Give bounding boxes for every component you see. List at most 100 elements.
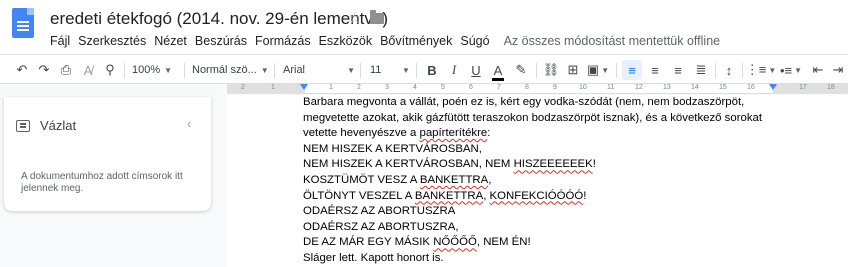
text-run: ! — [583, 189, 587, 202]
font-size-value: 11 — [370, 64, 382, 76]
body-line[interactable]: vetette hevenyészve a papírterítékre: — [303, 126, 843, 142]
underline-button[interactable]: U — [467, 60, 485, 80]
misspelled-word[interactable]: BANKETTRA — [420, 174, 488, 186]
style-value: Normál szö... — [192, 64, 257, 76]
body-line[interactable]: Sláger lett. Kapott honort is. — [303, 251, 843, 267]
misspelled-word[interactable]: NŐŐŐŐ — [433, 236, 477, 248]
body-line[interactable]: ODAÉRSZ AZ ABORTUSZRA, — [303, 220, 843, 236]
align-left-icon[interactable]: ≡ — [622, 60, 642, 80]
ruler-label: 12 — [635, 84, 643, 91]
highlight-icon[interactable]: ✎ — [512, 60, 530, 80]
ruler-label: 3 — [385, 84, 389, 91]
bold-label: B — [427, 62, 437, 78]
text-run: vetette hevenyészve a — [303, 127, 420, 140]
image-icon[interactable]: ▣ ▼ — [586, 60, 610, 80]
menu-help[interactable]: Súgó — [456, 34, 493, 48]
text-run: : — [487, 127, 491, 140]
decrease-indent-icon[interactable]: ⇤ — [808, 60, 828, 80]
menu-addons[interactable]: Bővítmények — [376, 34, 456, 48]
misspelled-word[interactable]: BANKETTRA — [415, 190, 483, 202]
misspelled-word[interactable]: HISZEEEEEEK — [514, 158, 593, 170]
menu-file[interactable]: Fájl — [46, 34, 74, 48]
toolbar-divider — [715, 63, 716, 78]
body-line[interactable]: ÖLTÖNYT VESZEL A BANKETTRA, KONFEKCIÓÓÓÓ… — [303, 189, 843, 205]
indent-marker-right[interactable] — [769, 84, 777, 90]
star-icon[interactable]: ☆ — [348, 9, 361, 27]
line-spacing-icon[interactable]: ↕ — [719, 60, 739, 80]
chevron-down-icon: ▼ — [164, 65, 173, 75]
text-color-label: A — [491, 62, 504, 81]
chevron-left-icon[interactable]: ‹ — [187, 116, 191, 131]
numbered-list-icon[interactable]: ⋮≡ ▼ — [746, 60, 777, 80]
outline-hint: A dokumentumhoz adott címsorok itt jelen… — [21, 171, 183, 194]
align-justify-icon[interactable]: ≣ — [691, 60, 711, 80]
underline-label: U — [471, 62, 481, 78]
toolbar-divider — [416, 63, 417, 78]
chevron-down-icon: ▼ — [347, 65, 355, 75]
increase-indent-icon[interactable]: ⇥ — [830, 60, 846, 80]
ruler-label: 4 — [413, 84, 417, 91]
body-line[interactable]: DE AZ MÁR EGY MÁSIK NŐŐŐŐ, NEM ÉN! — [303, 235, 843, 251]
body-line[interactable]: KOSZTÜMÖT VESZ A BANKETTRA, — [303, 173, 843, 189]
body-line[interactable]: megvetette azokat, akik gázfütött terasz… — [303, 111, 843, 127]
paint-format-icon[interactable]: ⚲ — [100, 60, 120, 80]
menu-format[interactable]: Formázás — [251, 34, 315, 48]
link-icon[interactable]: ⛓ — [542, 60, 560, 80]
text-run: DE AZ MÁR EGY MÁSIK — [303, 236, 434, 249]
menu-edit[interactable]: Szerkesztés — [74, 34, 150, 48]
italic-button[interactable]: I — [445, 60, 463, 80]
font-size-select[interactable]: 11 ▼ — [370, 60, 412, 80]
text-run: KOSZTÜMÖT VESZ A — [303, 173, 420, 186]
style-select[interactable]: Normál szö... ▼ — [192, 60, 270, 80]
ruler-label: 1 — [329, 84, 333, 91]
toolbar-divider — [742, 63, 743, 78]
docs-logo-icon[interactable] — [12, 8, 34, 38]
undo-icon[interactable]: ↶ — [12, 60, 32, 80]
italic-label: I — [451, 62, 457, 77]
text-color-button[interactable]: A — [489, 60, 507, 81]
zoom-select[interactable]: 100% ▼ — [132, 60, 180, 80]
body-line[interactable]: ODAÉRSZ AZ ABORTUSZRA — [303, 204, 843, 220]
document-page[interactable]: Barbara megvonta a vállát, poén ez is, k… — [227, 95, 848, 267]
toolbar-divider — [536, 63, 537, 78]
document-title[interactable]: eredeti étekfogó (2014. nov. 29-én lemen… — [50, 9, 388, 29]
outline-panel: Vázlat ‹ A dokumentumhoz adott címsorok … — [4, 97, 211, 211]
bold-button[interactable]: B — [423, 60, 441, 80]
ruler-label: 14 — [691, 84, 699, 91]
font-value: Arial — [283, 64, 306, 76]
ruler-label: 8 — [525, 84, 529, 91]
ruler-label: 5 — [441, 84, 445, 91]
align-right-icon[interactable]: ≡ — [668, 60, 688, 80]
spellcheck-icon[interactable]: A̸ — [78, 60, 98, 80]
chevron-down-icon: ▼ — [260, 65, 269, 75]
body-line[interactable]: NEM HISZEK A KERTVÁROSBAN, NEM HISZEEEEE… — [303, 157, 843, 173]
misspelled-word[interactable]: KONFEKCIÓÓÓÓ — [490, 190, 584, 202]
indent-marker-left[interactable] — [300, 84, 308, 90]
redo-icon[interactable]: ↷ — [34, 60, 54, 80]
align-center-icon[interactable]: ≡ — [645, 60, 665, 80]
chevron-down-icon: ▼ — [402, 65, 410, 75]
document-body[interactable]: Barbara megvonta a vállát, poén ez is, k… — [303, 95, 843, 267]
bulleted-list-icon[interactable]: •≡ ▼ — [778, 60, 804, 80]
folder-icon[interactable] — [370, 10, 384, 24]
ruler-label: 1 — [271, 84, 275, 91]
body-line[interactable]: NEM HISZEK A KERTVÁROSBAN, — [303, 142, 843, 158]
menu-tools[interactable]: Eszközök — [315, 34, 377, 48]
font-select[interactable]: Arial ▼ — [283, 60, 355, 80]
menu-insert[interactable]: Beszúrás — [191, 34, 251, 48]
text-run: ODAÉRSZ AZ ABORTUSZRA, — [303, 220, 459, 233]
ruler-label: 10 — [579, 84, 587, 91]
ruler-label: 6 — [469, 84, 473, 91]
ruler-label: 16 — [747, 84, 755, 91]
ruler[interactable]: 2 1 1 2 3 4 5 6 7 8 9 10 11 12 13 14 15 … — [227, 84, 848, 94]
menu-view[interactable]: Nézet — [150, 34, 191, 48]
text-run: NEM HISZEK A KERTVÁROSBAN, — [303, 142, 482, 155]
save-status[interactable]: Az összes módosítást mentettük offline — [504, 34, 721, 48]
comment-icon[interactable]: ⊞ — [564, 60, 582, 80]
print-icon[interactable]: ⎙ — [56, 60, 76, 80]
toolbar-divider — [274, 63, 275, 78]
misspelled-word[interactable]: papírterítékre — [420, 127, 488, 139]
text-run: , NEM ÉN! — [476, 236, 531, 249]
body-line[interactable]: Barbara megvonta a vállát, poén ez is, k… — [303, 95, 843, 111]
ruler-label: 15 — [719, 84, 727, 91]
